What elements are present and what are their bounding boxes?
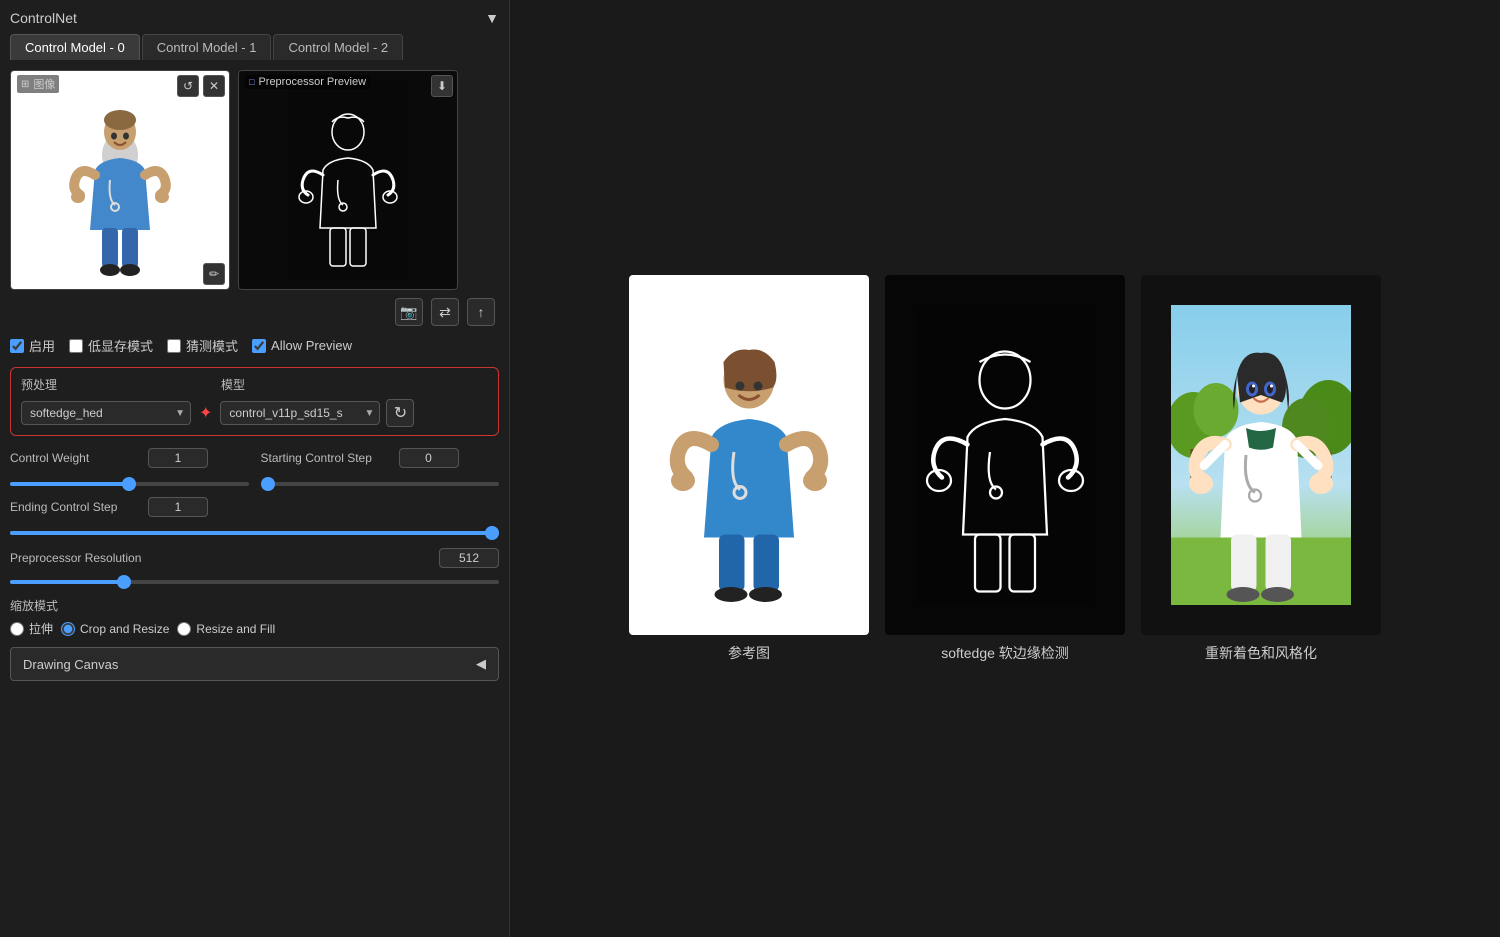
sketch-svg bbox=[288, 80, 408, 280]
preview-image-container: □ Preprocessor Preview ⬇ bbox=[238, 70, 458, 290]
result-item-2: 重新着色和风格化 bbox=[1141, 275, 1381, 663]
model-selects: softedge_hed canny depth none ▼ ✦ contro… bbox=[21, 399, 488, 427]
arrow-row: 📷 ⇄ ↑ bbox=[10, 298, 499, 326]
pencil-btn[interactable]: ✏ bbox=[203, 263, 225, 285]
nurse-svg bbox=[60, 80, 180, 280]
result-styled-svg bbox=[1171, 305, 1351, 605]
drawing-canvas-icon: ◀ bbox=[476, 656, 486, 672]
tab-model-2[interactable]: Control Model - 2 bbox=[273, 34, 403, 60]
source-image-controls: ↺ ✕ bbox=[177, 75, 225, 97]
result-img-2 bbox=[1141, 275, 1381, 635]
result-nurse-svg bbox=[659, 305, 839, 605]
drawing-canvas-label: Drawing Canvas bbox=[23, 657, 118, 672]
zoom-label: 缩放模式 bbox=[10, 597, 499, 614]
resolution-value[interactable] bbox=[439, 548, 499, 568]
camera-btn[interactable]: 📷 bbox=[395, 298, 423, 326]
source-image-container: ↺ ✕ ⊞ 图像 ✏ bbox=[10, 70, 230, 290]
controlnet-title: ControlNet bbox=[10, 10, 77, 26]
ending-slider-row: Ending Control Step bbox=[10, 497, 499, 538]
guess-mode-checkbox[interactable]: 猜测模式 bbox=[167, 336, 238, 355]
low-vram-checkbox[interactable]: 低显存模式 bbox=[69, 336, 153, 355]
crop-resize-option[interactable]: Crop and Resize bbox=[61, 622, 169, 636]
tab-model-1[interactable]: Control Model - 1 bbox=[142, 34, 272, 60]
collapse-icon[interactable]: ▼ bbox=[485, 10, 499, 26]
start-col: Starting Control Step bbox=[261, 448, 500, 497]
model-labels: 预处理 模型 bbox=[21, 376, 488, 393]
swap-btn[interactable]: ⇄ bbox=[431, 298, 459, 326]
tab-bar: Control Model - 0 Control Model - 1 Cont… bbox=[10, 34, 499, 60]
tab-model-0[interactable]: Control Model - 0 bbox=[10, 34, 140, 60]
preprocessor-wrapper: softedge_hed canny depth none ▼ bbox=[21, 401, 191, 425]
result-images: 参考图 softedge 软 bbox=[629, 275, 1381, 663]
result-caption-1: softedge 软边缘检测 bbox=[941, 643, 1069, 663]
model-section: 预处理 模型 softedge_hed canny depth none ▼ ✦… bbox=[10, 367, 499, 436]
ending-slider[interactable] bbox=[10, 531, 499, 535]
result-img-0 bbox=[629, 275, 869, 635]
model-select[interactable]: control_v11p_sd15_s control_v11p_sd15_ca… bbox=[220, 401, 380, 425]
stretch-option[interactable]: 拉伸 bbox=[10, 620, 53, 637]
resolution-label: Preprocessor Resolution bbox=[10, 551, 141, 565]
star-btn[interactable]: ✦ bbox=[197, 403, 214, 423]
model-wrapper: control_v11p_sd15_s control_v11p_sd15_ca… bbox=[220, 401, 380, 425]
drawing-canvas[interactable]: Drawing Canvas ◀ bbox=[10, 647, 499, 681]
resolution-slider-container bbox=[10, 572, 499, 587]
close-source-btn[interactable]: ✕ bbox=[203, 75, 225, 97]
ending-row: Ending Control Step bbox=[10, 497, 499, 517]
checkbox-row: 启用 低显存模式 猜测模式 Allow Preview bbox=[10, 336, 499, 355]
weight-row: Control Weight bbox=[10, 448, 249, 468]
allow-preview-checkbox[interactable]: Allow Preview bbox=[252, 338, 352, 353]
upload-btn[interactable]: ↑ bbox=[467, 298, 495, 326]
result-item-0: 参考图 bbox=[629, 275, 869, 663]
preview-image bbox=[239, 71, 457, 289]
download-preview-btn[interactable]: ⬇ bbox=[431, 75, 453, 97]
weight-label: Control Weight bbox=[10, 451, 140, 465]
enable-checkbox[interactable]: 启用 bbox=[10, 336, 55, 355]
model-label: 模型 bbox=[221, 376, 245, 393]
weight-value[interactable] bbox=[148, 448, 208, 468]
weight-slider[interactable] bbox=[10, 482, 249, 486]
model-refresh-btn[interactable]: ↻ bbox=[386, 399, 414, 427]
result-item-1: softedge 软边缘检测 bbox=[885, 275, 1125, 663]
left-panel: ControlNet ▼ Control Model - 0 Control M… bbox=[0, 0, 510, 937]
source-label: ⊞ 图像 bbox=[17, 75, 59, 93]
zoom-section: 缩放模式 拉伸 Crop and Resize Resize and Fill bbox=[10, 597, 499, 637]
right-panel: 参考图 softedge 软 bbox=[510, 0, 1500, 937]
refresh-source-btn[interactable]: ↺ bbox=[177, 75, 199, 97]
ending-slider-container bbox=[10, 523, 499, 538]
preview-image-controls: ⬇ bbox=[431, 75, 453, 97]
source-image[interactable] bbox=[11, 71, 229, 289]
result-img-1 bbox=[885, 275, 1125, 635]
weight-col: Control Weight bbox=[10, 448, 249, 497]
resolution-slider[interactable] bbox=[10, 580, 499, 584]
resize-fill-option[interactable]: Resize and Fill bbox=[177, 622, 275, 636]
ending-value[interactable] bbox=[148, 497, 208, 517]
start-value[interactable] bbox=[399, 448, 459, 468]
two-col-sliders: Control Weight Starting Control Step bbox=[10, 448, 499, 497]
preprocessor-label: 预处理 bbox=[21, 376, 221, 393]
ending-label: Ending Control Step bbox=[10, 500, 140, 514]
zoom-options: 拉伸 Crop and Resize Resize and Fill bbox=[10, 620, 499, 637]
image-row: ↺ ✕ ⊞ 图像 ✏ bbox=[10, 70, 499, 290]
preprocessor-select[interactable]: softedge_hed canny depth none bbox=[21, 401, 191, 425]
result-sketch-svg bbox=[915, 305, 1095, 605]
controlnet-header: ControlNet ▼ bbox=[10, 10, 499, 26]
start-row: Starting Control Step bbox=[261, 448, 500, 468]
resolution-slider-row: Preprocessor Resolution bbox=[10, 548, 499, 587]
result-caption-0: 参考图 bbox=[728, 643, 770, 663]
weight-slider-container bbox=[10, 474, 249, 489]
resolution-top: Preprocessor Resolution bbox=[10, 548, 499, 568]
start-label: Starting Control Step bbox=[261, 451, 391, 465]
start-slider[interactable] bbox=[261, 482, 500, 486]
preview-label: □ Preprocessor Preview bbox=[245, 75, 370, 89]
result-caption-2: 重新着色和风格化 bbox=[1205, 643, 1317, 663]
start-slider-container bbox=[261, 474, 500, 489]
